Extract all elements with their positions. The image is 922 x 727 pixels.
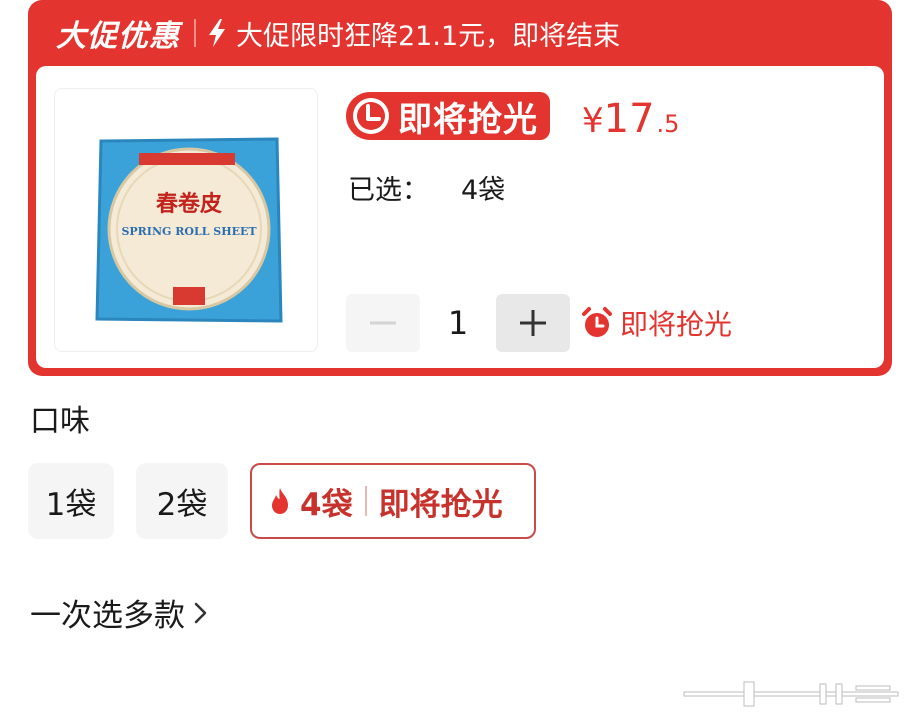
selected-summary: 已选： 4袋: [348, 168, 505, 207]
chevron-right-icon: [191, 598, 211, 628]
promo-card: 大促优惠 大促限时狂降21.1元，即将结束 春卷皮 SPRING ROLL SH…: [28, 0, 892, 376]
promo-description: 大促限时狂降21.1元，即将结束: [236, 20, 621, 52]
price: ¥ 17 .5: [582, 96, 679, 142]
selected-value: 4袋: [461, 175, 506, 206]
clock-icon: [350, 95, 392, 137]
option-label: 4袋: [300, 486, 353, 523]
option-1-bag[interactable]: 1袋: [28, 463, 114, 539]
plus-icon: [520, 310, 546, 336]
selected-label: 已选：: [348, 175, 429, 206]
price-integer: 17: [603, 96, 655, 142]
promo-header: 大促优惠 大促限时狂降21.1元，即将结束: [28, 0, 892, 66]
option-label: 1袋: [45, 486, 97, 523]
multi-select-label: 一次选多款: [30, 598, 185, 634]
minus-icon: [370, 321, 396, 325]
option-label: 2袋: [156, 486, 208, 523]
product-image[interactable]: 春卷皮 SPRING ROLL SHEET: [54, 88, 318, 352]
promo-title: 大促优惠: [56, 19, 180, 54]
option-4-bag[interactable]: 4袋 即将抢光: [250, 463, 536, 539]
product-image-subtitle: SPRING ROLL SHEET: [121, 225, 257, 238]
quantity-increase-button[interactable]: [496, 294, 570, 352]
promo-divider: [194, 19, 196, 47]
fire-icon: [268, 486, 292, 516]
multi-select-link[interactable]: 一次选多款: [30, 590, 211, 635]
price-decimal: .5: [656, 110, 680, 138]
quantity-value[interactable]: 1: [420, 294, 496, 352]
product-panel: 春卷皮 SPRING ROLL SHEET 即将抢光 ¥ 17 .5 已选： 4…: [36, 66, 884, 368]
option-2-bag[interactable]: 2袋: [136, 463, 228, 539]
quantity-stock-hint-label: 即将抢光: [620, 308, 733, 341]
quantity-stock-hint: 即将抢光: [580, 294, 732, 352]
quantity-decrease-button[interactable]: [346, 294, 420, 352]
product-image-title: 春卷皮: [156, 191, 222, 217]
lightning-icon: [206, 18, 228, 48]
option-divider: [364, 486, 367, 516]
option-stock-hint: 即将抢光: [378, 486, 503, 523]
alarm-clock-icon: [580, 306, 614, 340]
stock-badge: 即将抢光: [346, 92, 550, 140]
watermark-logo: [683, 681, 899, 707]
stock-badge-label: 即将抢光: [398, 99, 538, 140]
price-currency: ¥: [582, 101, 604, 141]
flavor-label: 口味: [30, 404, 90, 439]
